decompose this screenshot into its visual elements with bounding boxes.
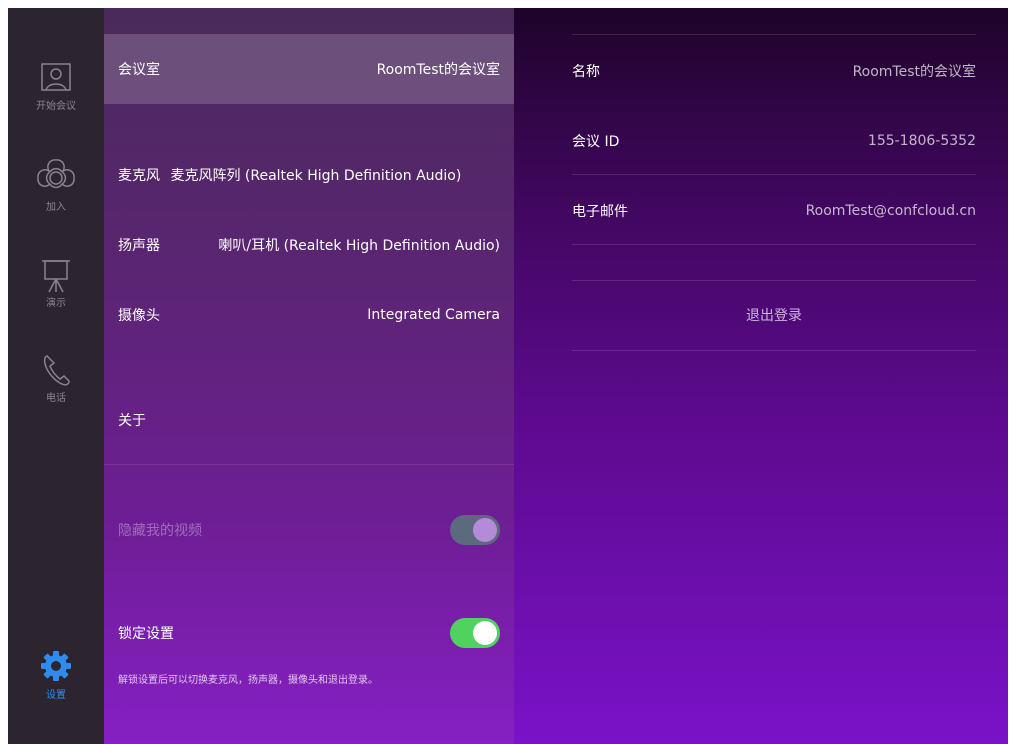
gear-icon [40,650,72,682]
nav-item-join[interactable]: 加入 [8,158,104,213]
divider [572,34,976,35]
speaker-label: 扬声器 [118,238,160,254]
settings-list: 会议室 RoomTest的会议室 麦克风 麦克风阵列 (Realtek High… [104,8,514,744]
nav-label-start-meeting: 开始会议 [36,101,76,112]
nav-item-settings[interactable]: 设置 [8,650,104,701]
settings-row-hide-video: 隐藏我的视频 [104,510,514,550]
nav-item-start-meeting[interactable]: 开始会议 [8,63,104,112]
join-petals-icon [36,158,76,198]
nav-label-settings: 设置 [46,690,66,701]
meeting-id-label: 会议 ID [572,134,620,150]
camera-value: Integrated Camera [367,307,500,323]
nav-rail: 开始会议 加入 演示 电话 设置 [8,8,104,744]
lock-toggle[interactable] [450,618,500,648]
detail-row-name: 名称 RoomTest的会议室 [572,54,976,88]
about-label: 关于 [118,413,146,429]
nav-label-present: 演示 [46,298,66,309]
nav-label-join: 加入 [46,202,66,213]
settings-row-lock: 锁定设置 [104,613,514,653]
settings-row-room[interactable]: 会议室 RoomTest的会议室 [104,34,514,104]
settings-row-mic[interactable]: 麦克风 麦克风阵列 (Realtek High Definition Audio… [104,158,514,192]
toggle-knob [473,518,497,542]
detail-row-meeting-id: 会议 ID 155-1806-5352 [572,124,976,158]
detail-panel: 名称 RoomTest的会议室 会议 ID 155-1806-5352 电子邮件… [514,8,1008,744]
settings-row-camera[interactable]: 摄像头 Integrated Camera [104,298,514,332]
camera-label: 摄像头 [118,308,160,324]
email-label: 电子邮件 [572,204,628,220]
nav-item-phone[interactable]: 电话 [8,353,104,404]
hide-video-label: 隐藏我的视频 [118,523,202,539]
nav-label-phone: 电话 [46,393,66,404]
speaker-value: 喇叭/耳机 (Realtek High Definition Audio) [218,238,500,254]
lock-label: 锁定设置 [118,626,174,642]
mic-value: 麦克风阵列 (Realtek High Definition Audio) [170,168,462,184]
person-frame-icon [39,63,73,93]
email-value: RoomTest@confcloud.cn [805,203,976,219]
name-value: RoomTest的会议室 [852,64,976,80]
divider [572,244,976,245]
lock-note: 解锁设置后可以切换麦克风，扬声器，摄像头和退出登录。 [118,675,378,686]
detail-row-email: 电子邮件 RoomTest@confcloud.cn [572,194,976,228]
logout-button[interactable]: 退出登录 [572,298,976,334]
divider [104,464,514,465]
divider [572,174,976,175]
divider [572,350,976,351]
room-label: 会议室 [118,62,160,78]
divider [572,280,976,281]
nav-item-present[interactable]: 演示 [8,258,104,309]
toggle-knob [473,621,497,645]
app-window: 开始会议 加入 演示 电话 设置 会议室 RoomTest的会议室 麦克风 麦克… [8,8,1008,744]
meeting-id-value: 155-1806-5352 [867,133,976,149]
presentation-board-icon [39,258,73,294]
mic-label: 麦克风 [118,168,160,184]
settings-row-about[interactable]: 关于 [104,398,514,442]
name-label: 名称 [572,64,600,80]
phone-icon [41,353,71,389]
settings-row-speaker[interactable]: 扬声器 喇叭/耳机 (Realtek High Definition Audio… [104,228,514,262]
room-value: RoomTest的会议室 [376,62,500,78]
hide-video-toggle[interactable] [450,515,500,545]
